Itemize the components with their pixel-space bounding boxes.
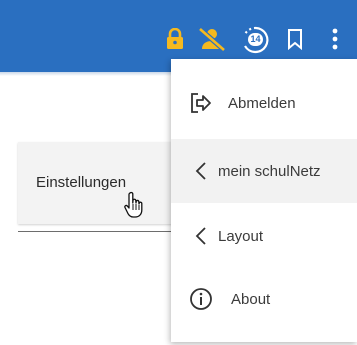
chevron-left-icon bbox=[189, 224, 213, 248]
info-icon bbox=[189, 287, 213, 311]
menu-item-abmelden[interactable]: Abmelden bbox=[171, 71, 357, 135]
timer-icon[interactable]: 14 bbox=[241, 26, 273, 54]
menu-item-mein-schulnetz[interactable]: mein schulNetz bbox=[171, 139, 357, 203]
chevron-left-icon bbox=[189, 159, 213, 183]
logout-icon bbox=[189, 91, 213, 115]
overflow-menu: Abmelden mein schulNetz Layout About bbox=[171, 59, 357, 342]
menu-item-label: Abmelden bbox=[228, 94, 296, 112]
timer-badge: 14 bbox=[248, 33, 263, 46]
person-off-icon[interactable] bbox=[196, 26, 228, 52]
settings-card[interactable]: Einstellungen bbox=[18, 142, 188, 224]
menu-item-label: mein schulNetz bbox=[218, 162, 321, 180]
divider bbox=[18, 231, 188, 232]
menu-item-about[interactable]: About bbox=[171, 267, 357, 331]
more-vert-icon[interactable] bbox=[328, 26, 342, 52]
bookmark-icon[interactable] bbox=[285, 26, 305, 52]
menu-item-label: About bbox=[231, 290, 271, 308]
hand-cursor-icon bbox=[123, 191, 147, 219]
menu-item-layout[interactable]: Layout bbox=[171, 204, 357, 268]
lock-icon[interactable] bbox=[164, 26, 186, 52]
settings-label: Einstellungen bbox=[36, 174, 127, 191]
menu-item-label: Layout bbox=[218, 227, 264, 245]
